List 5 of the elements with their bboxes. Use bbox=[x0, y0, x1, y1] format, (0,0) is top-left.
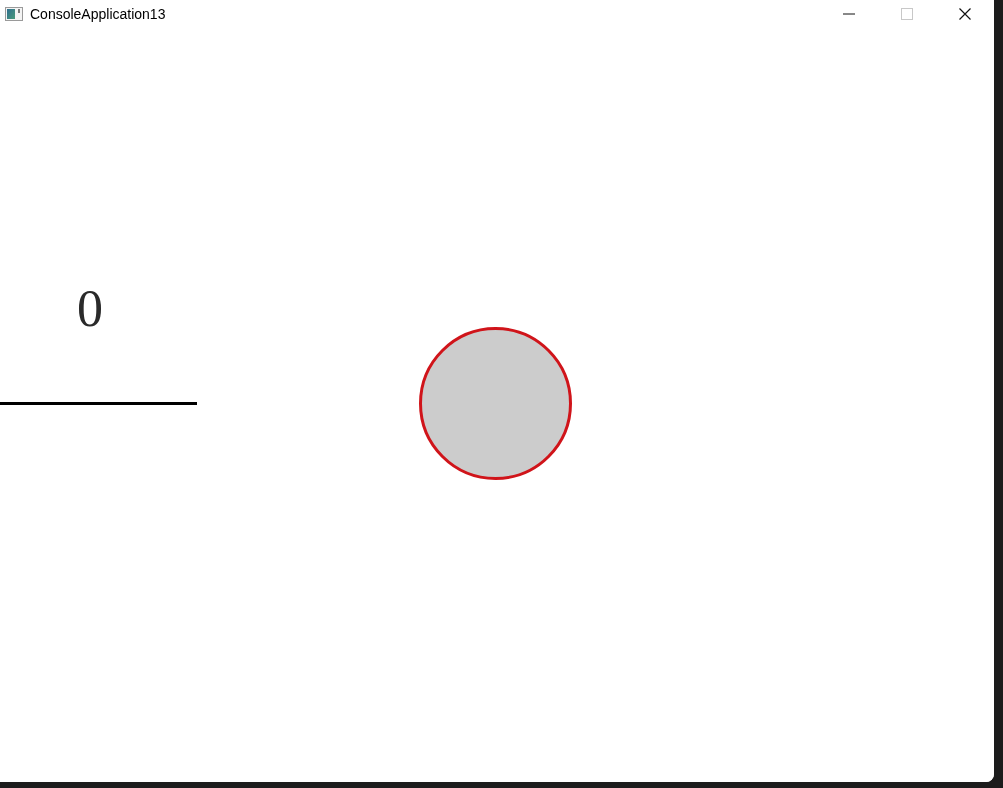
score-text: 0 bbox=[76, 279, 104, 339]
maximize-icon bbox=[901, 8, 913, 20]
app-icon bbox=[5, 7, 23, 21]
window-title: ConsoleApplication13 bbox=[30, 6, 167, 22]
close-icon bbox=[959, 8, 971, 20]
